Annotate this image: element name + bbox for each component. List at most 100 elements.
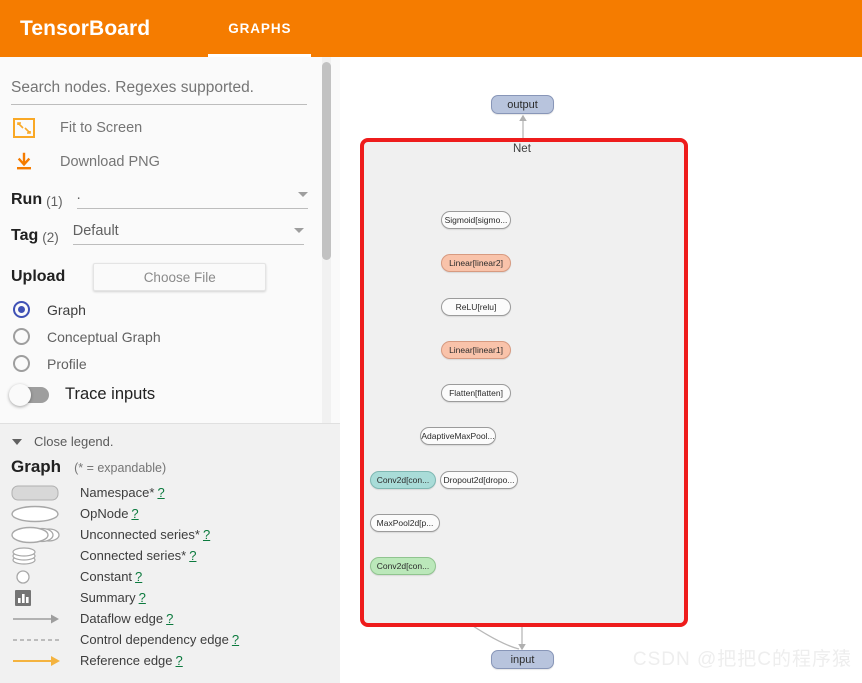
legend-panel: Close legend. Graph (* = expandable) Nam…: [0, 423, 340, 683]
tag-select-row: Tag (2) Default: [0, 209, 340, 245]
tensorboard-app: TensorBoard GRAPHS Fit to Screen: [0, 0, 862, 683]
help-link-connected-series[interactable]: ?: [189, 548, 196, 563]
radio-graph-indicator: [13, 301, 30, 318]
legend-item-constant: Constant?: [0, 566, 340, 587]
namespace-glyph-icon: [11, 482, 63, 503]
download-icon: [11, 151, 37, 173]
help-link-opnode[interactable]: ?: [131, 506, 138, 521]
unconnected-series-glyph-icon: [11, 524, 63, 545]
radio-profile-indicator: [13, 355, 30, 372]
graph-node-linear1[interactable]: Linear[linear1]: [441, 341, 511, 359]
download-png-button[interactable]: Download PNG: [0, 139, 340, 173]
radio-conceptual-graph[interactable]: Conceptual Graph: [0, 318, 340, 345]
legend-label-dataflow-edge: Dataflow edge: [80, 611, 164, 626]
trace-inputs-label: Trace inputs: [65, 385, 156, 403]
graph-node-output[interactable]: output: [491, 95, 554, 114]
help-link-reference-edge[interactable]: ?: [176, 653, 183, 668]
run-select-value: .: [76, 187, 81, 203]
legend-label-unconnected-series: Unconnected series*: [80, 527, 200, 542]
graph-node-conv2d_b[interactable]: Conv2d[con...: [370, 471, 436, 489]
help-link-control-dependency-edge[interactable]: ?: [232, 632, 239, 647]
fit-to-screen-button[interactable]: Fit to Screen: [0, 105, 340, 139]
legend-item-namespace: Namespace*?: [0, 482, 340, 503]
tab-graphs[interactable]: GRAPHS: [208, 0, 312, 57]
trace-inputs-switch[interactable]: [9, 383, 49, 406]
chevron-down-icon: [297, 191, 308, 197]
legend-item-reference-edge: Reference edge?: [0, 650, 340, 671]
run-select[interactable]: .: [76, 187, 308, 209]
choose-file-button[interactable]: Choose File: [93, 263, 267, 291]
radio-graph-label: Graph: [47, 301, 86, 318]
control-dependency-glyph-icon: [11, 629, 63, 650]
legend-label-opnode: OpNode: [80, 506, 129, 521]
graph-node-flatten[interactable]: Flatten[flatten]: [441, 384, 511, 402]
graph-node-conv2d_a[interactable]: Conv2d[con...: [370, 557, 436, 575]
help-link-summary[interactable]: ?: [139, 590, 146, 605]
upload-label: Upload: [11, 268, 66, 285]
watermark: CSDN @把把C的程序猿: [632, 649, 852, 670]
legend-label-constant: Constant: [80, 569, 133, 584]
legend-header: Graph (* = expandable): [0, 457, 340, 477]
run-count: (1): [46, 194, 63, 209]
help-link-unconnected-series[interactable]: ?: [203, 527, 210, 542]
constant-glyph-icon: [11, 566, 63, 587]
sidebar-scrollbar-thumb[interactable]: [322, 62, 331, 260]
radio-conceptual-graph-indicator: [13, 328, 30, 345]
summary-glyph-icon: [11, 587, 63, 608]
graph-node-linear2[interactable]: Linear[linear2]: [441, 254, 511, 272]
dataflow-edge-glyph-icon: [11, 608, 63, 629]
legend-item-connected-series: Connected series*?: [0, 545, 340, 566]
chevron-down-icon: [293, 227, 304, 233]
graph-node-input[interactable]: input: [491, 650, 554, 669]
legend-note: (* = expandable): [74, 461, 167, 475]
close-legend-button[interactable]: Close legend.: [0, 434, 340, 449]
app-header: TensorBoard GRAPHS: [0, 0, 862, 57]
radio-conceptual-graph-label: Conceptual Graph: [47, 328, 161, 345]
download-png-label: Download PNG: [60, 154, 160, 170]
graph-node-adaptive[interactable]: AdaptiveMaxPool...: [420, 427, 496, 445]
upload-row: Upload Choose File: [0, 245, 340, 291]
legend-label-control-dependency-edge: Control dependency edge: [80, 632, 229, 647]
legend-item-summary: Summary?: [0, 587, 340, 608]
radio-profile-label: Profile: [47, 355, 87, 372]
graph-node-sigmoid[interactable]: Sigmoid[sigmo...: [441, 211, 511, 229]
graph-canvas[interactable]: Net output Sigmoid[sigmo... Linear[linear2…: [341, 57, 862, 683]
header-tabs: GRAPHS: [208, 0, 312, 57]
run-label: Run: [11, 191, 43, 208]
help-link-namespace[interactable]: ?: [157, 485, 164, 500]
legend-item-opnode: OpNode?: [0, 503, 340, 524]
sidebar-controls-pane: Fit to Screen Download PNG Run (1) .: [0, 57, 340, 423]
legend-label-reference-edge: Reference edge: [80, 653, 173, 668]
opnode-glyph-icon: [11, 503, 63, 524]
graph-node-maxpool2d[interactable]: MaxPool2d[p...: [370, 514, 440, 532]
radio-graph[interactable]: Graph: [0, 291, 340, 318]
search-input[interactable]: [11, 79, 307, 105]
app-brand: TensorBoard: [20, 16, 151, 40]
graph-node-dropout2d[interactable]: Dropout2d[dropo...: [440, 471, 518, 489]
fit-to-screen-label: Fit to Screen: [60, 120, 143, 136]
sidebar: Fit to Screen Download PNG Run (1) .: [0, 57, 340, 683]
tag-select[interactable]: Default: [72, 223, 304, 245]
toggle-knob: [9, 383, 31, 406]
chevron-down-icon: [12, 438, 22, 445]
radio-profile[interactable]: Profile: [0, 345, 340, 372]
reference-edge-glyph-icon: [11, 650, 63, 671]
net-group-box[interactable]: [360, 138, 688, 627]
help-link-constant[interactable]: ?: [135, 569, 142, 584]
fit-to-screen-icon: [11, 117, 37, 139]
search-row: [0, 57, 340, 105]
close-legend-label: Close legend.: [34, 434, 114, 449]
run-select-row: Run (1) .: [0, 173, 340, 209]
legend-item-control-dependency-edge: Control dependency edge?: [0, 629, 340, 650]
legend-item-dataflow-edge: Dataflow edge?: [0, 608, 340, 629]
tag-count: (2): [42, 230, 59, 245]
graph-node-relu[interactable]: ReLU[relu]: [441, 298, 511, 316]
legend-label-namespace: Namespace*: [80, 485, 155, 500]
net-group-label: Net: [513, 143, 531, 155]
tag-label: Tag: [11, 227, 39, 244]
help-link-dataflow-edge[interactable]: ?: [166, 611, 173, 626]
trace-inputs-toggle[interactable]: Trace inputs: [0, 372, 340, 406]
legend-item-unconnected-series: Unconnected series*?: [0, 524, 340, 545]
connected-series-glyph-icon: [11, 545, 63, 566]
tag-select-value: Default: [72, 223, 119, 239]
